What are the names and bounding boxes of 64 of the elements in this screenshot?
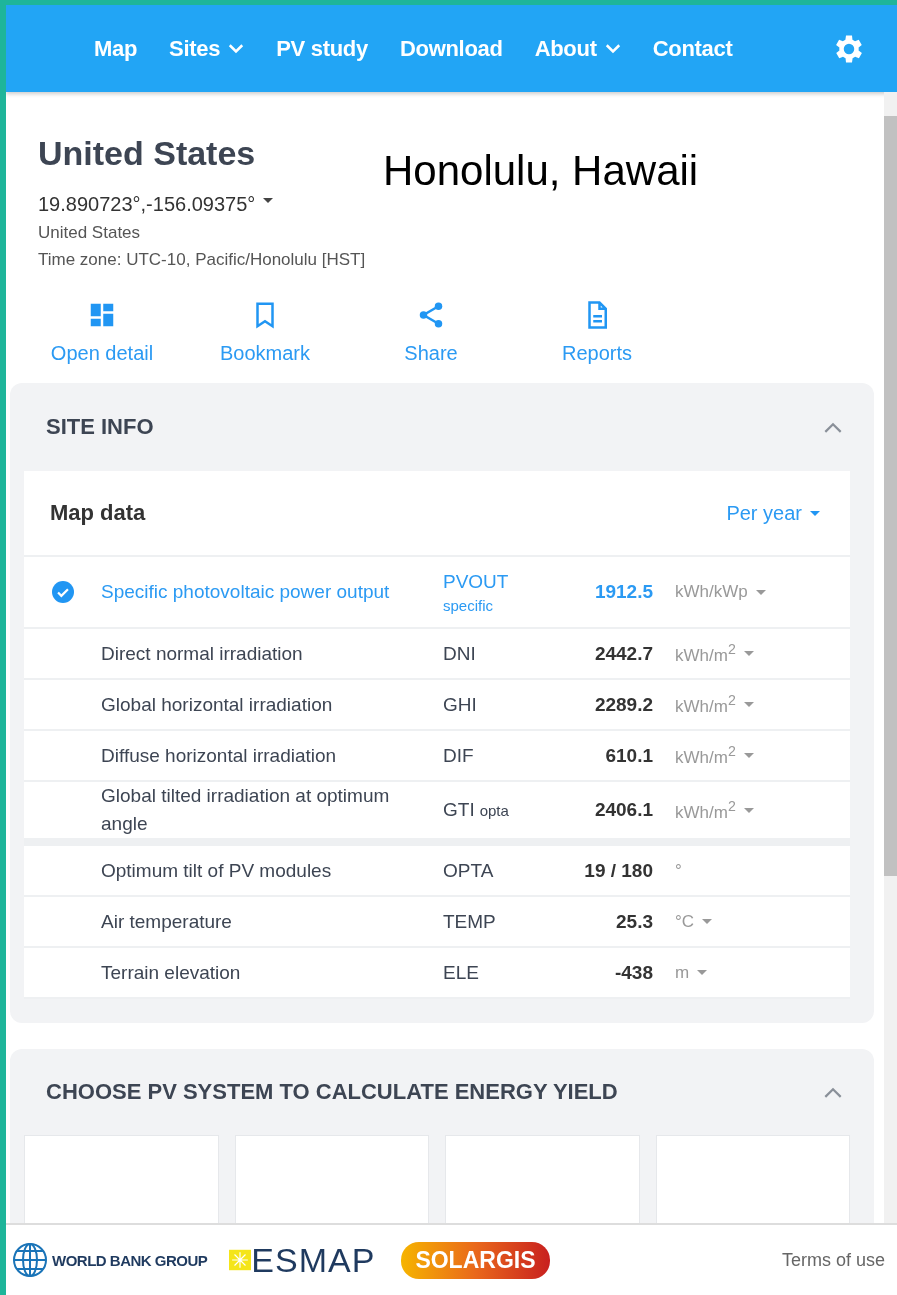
scrollbar[interactable] <box>884 92 897 1224</box>
layer-value: 2406.1 <box>593 799 653 821</box>
layer-name: Air temperature <box>101 909 233 934</box>
scroll-thumb[interactable] <box>884 116 897 876</box>
globe-icon <box>12 1242 48 1278</box>
layer-value: 2442.7 <box>593 642 653 665</box>
layer-value: 2289.2 <box>593 693 653 716</box>
nav-link[interactable]: About <box>518 35 637 62</box>
card-title: Map data <box>50 500 146 526</box>
layer-value: 19 / 180 <box>583 859 653 882</box>
logo-text: WORLD BANK GROUP <box>52 1251 208 1269</box>
layer-code: PVOUT specific <box>443 570 510 614</box>
layer-code: DNI <box>443 642 477 665</box>
layer-name: Global horizontal irradiation <box>101 692 334 717</box>
unit-label: kWh/m$^{2}$ <box>675 797 736 823</box>
layer-value: 25.3 <box>615 910 653 933</box>
location-label: Honolulu, Hawaii <box>383 147 699 195</box>
nav-link[interactable]: PV study <box>260 35 384 62</box>
sun-icon <box>229 1247 252 1273</box>
layer-value: -438 <box>613 961 653 984</box>
nav-link[interactable]: Map <box>78 35 154 62</box>
panel-title: SITE INFO <box>46 414 154 440</box>
nav-link[interactable]: Download <box>383 35 519 62</box>
layer-name: Terrain elevation <box>101 960 242 985</box>
action-link[interactable]: Open detail <box>50 342 154 365</box>
layer-name: Diffuse horizontal irradiation <box>101 743 338 768</box>
nav-link[interactable]: Contact <box>636 35 749 62</box>
logo-text: ESMAP <box>251 1240 376 1280</box>
period-dropdown[interactable]: Per year <box>726 501 820 525</box>
unit-label: kWh/m$^{2}$ <box>675 743 736 768</box>
unit-label: m <box>675 962 690 983</box>
logo-text: SOLARGIS <box>401 1241 550 1279</box>
layer-code: GTI opta <box>443 799 510 821</box>
site-title: United States <box>38 134 257 173</box>
layer-name: Optimum tilt of PV modules <box>101 858 333 883</box>
unit-label: kWh/m$^{2}$ <box>675 692 736 717</box>
layer-code: GHI <box>443 693 478 716</box>
unit-label: °C <box>675 911 695 932</box>
chevron-icon[interactable] <box>824 1086 842 1098</box>
layer-code: TEMP <box>443 910 497 933</box>
action-link[interactable]: Bookmark <box>220 342 310 365</box>
timezone: Time zone: UTC-10, Pacific/Honolulu [HST] <box>38 250 367 270</box>
nav-link[interactable]: Sites <box>153 35 261 62</box>
action-link[interactable]: Share <box>404 342 458 365</box>
caret-icon <box>810 510 820 516</box>
coordinates: 19.890723°,-156.09375° <box>38 193 256 216</box>
caret-icon[interactable] <box>263 198 274 203</box>
unit-label: kWh/m$^{2}$ <box>675 641 736 666</box>
layer-code: DIF <box>443 744 475 767</box>
layer-code: OPTA <box>443 859 495 882</box>
unit-label: ° <box>675 860 682 881</box>
unit-label: kWh/kWp <box>675 582 748 602</box>
layer-name: Specific photovoltaic power output <box>101 580 391 604</box>
layer-code: ELE <box>443 961 480 984</box>
country: United States <box>38 223 142 243</box>
action-link[interactable]: Reports <box>562 342 632 365</box>
layer-name: Direct normal irradiation <box>101 641 304 666</box>
chevron-icon[interactable] <box>824 421 842 433</box>
check-icon[interactable] <box>51 581 74 603</box>
layer-value: 1912.5 <box>593 581 653 603</box>
panel-title: CHOOSE PV SYSTEM TO CALCULATE ENERGY YIELD <box>46 1079 618 1105</box>
layer-name: Global tilted irradiation at optimum angle <box>101 784 391 836</box>
terms-link[interactable]: Terms of use <box>781 1249 885 1271</box>
layer-value: 610.1 <box>604 744 653 767</box>
